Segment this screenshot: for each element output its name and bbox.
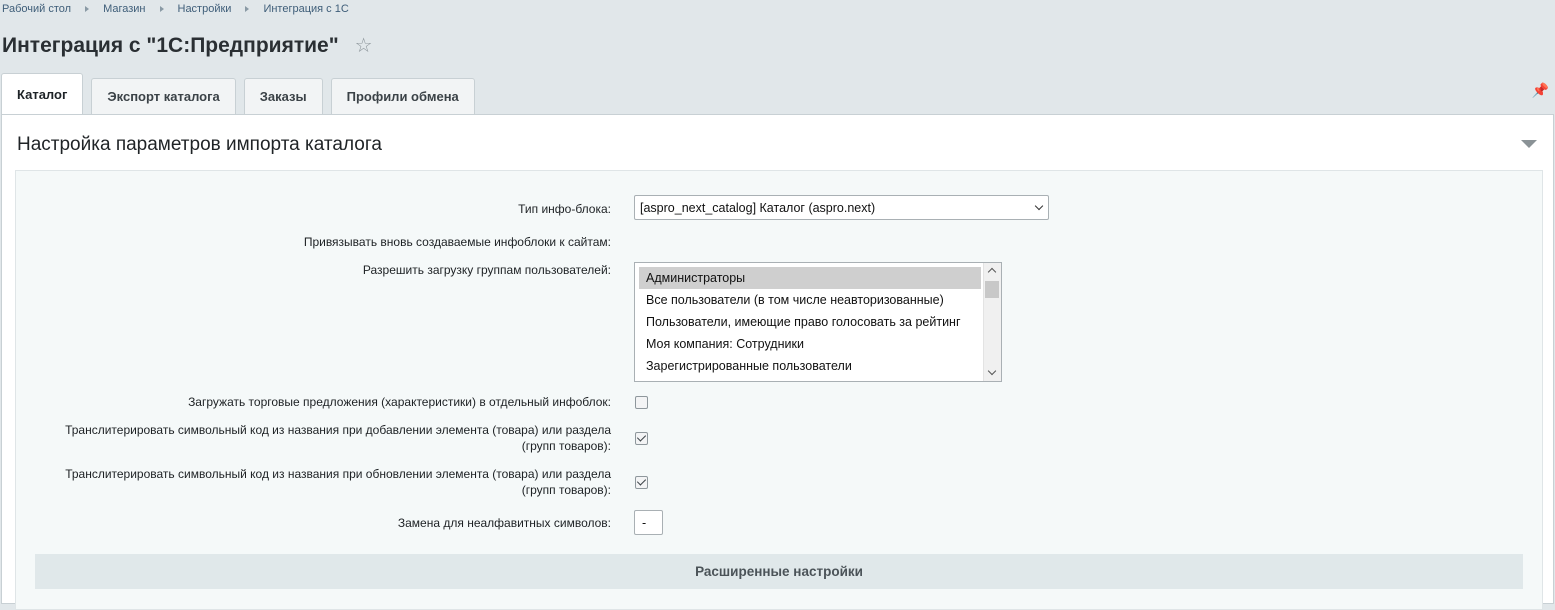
translit-add-label: Транслитерировать символьный код из назв…: [65, 422, 611, 454]
replace-chars-input[interactable]: [634, 510, 663, 535]
list-item[interactable]: Моя компания: Сотрудники: [639, 333, 981, 355]
import-settings-form: Тип инфо-блока: [aspro_next_catalog] Кат…: [15, 170, 1543, 610]
settings-panel: Настройка параметров импорта каталога Ти…: [1, 114, 1554, 610]
breadcrumb-arrow-icon: [245, 6, 250, 12]
list-item[interactable]: Администраторы: [639, 267, 981, 289]
translit-add-label-line1: Транслитерировать символьный код из назв…: [65, 423, 611, 437]
breadcrumb-item-desktop[interactable]: Рабочий стол: [2, 3, 71, 15]
listbox-scrollbar[interactable]: [983, 263, 1001, 381]
translit-update-label: Транслитерировать символьный код из назв…: [65, 466, 611, 498]
scroll-thumb[interactable]: [985, 281, 999, 298]
tab-exchange-profiles[interactable]: Профили обмена: [330, 78, 475, 114]
breadcrumb-item-integration[interactable]: Интеграция с 1С: [263, 3, 348, 15]
triangle-down-icon[interactable]: [1521, 140, 1537, 148]
translit-update-label-line2: (групп товаров):: [521, 483, 611, 497]
user-groups-label: Разрешить загрузку группам пользователей…: [362, 263, 611, 277]
offers-checkbox[interactable]: [635, 396, 648, 409]
breadcrumb-item-shop[interactable]: Магазин: [103, 3, 145, 15]
iblock-type-label: Тип инфо-блока:: [518, 202, 611, 216]
translit-update-label-line1: Транслитерировать символьный код из назв…: [65, 467, 611, 481]
replace-chars-label: Замена для неалфавитных символов:: [397, 516, 611, 530]
bind-sites-label: Привязывать вновь создаваемые инфоблоки …: [303, 235, 611, 249]
iblock-type-value: [aspro_next_catalog] Каталог (aspro.next…: [640, 200, 876, 215]
page-title-row: Интеграция с "1С:Предприятие" ☆: [2, 33, 373, 58]
advanced-settings-toggle[interactable]: Расширенные настройки: [35, 554, 1523, 589]
translit-update-checkbox[interactable]: [635, 476, 648, 489]
page-title: Интеграция с "1С:Предприятие": [2, 33, 339, 57]
tab-bar: Каталог Экспорт каталога Заказы Профили …: [1, 73, 483, 114]
list-item[interactable]: Пользователи, имеющие право голосовать з…: [639, 311, 981, 333]
user-groups-listbox[interactable]: Администраторы Все пользователи (в том ч…: [634, 262, 1002, 382]
translit-add-checkbox[interactable]: [635, 432, 648, 445]
tab-orders[interactable]: Заказы: [243, 78, 323, 114]
translit-add-label-line2: (групп товаров):: [521, 439, 611, 453]
breadcrumb-item-settings[interactable]: Настройки: [178, 3, 232, 15]
star-icon[interactable]: ☆: [355, 33, 373, 58]
breadcrumb-arrow-icon: [85, 6, 90, 12]
tab-catalog-export[interactable]: Экспорт каталога: [91, 78, 236, 114]
offers-label: Загружать торговые предложения (характер…: [188, 395, 611, 409]
list-item[interactable]: Зарегистрированные пользователи: [639, 355, 981, 377]
chevron-down-icon: [1034, 201, 1044, 211]
scroll-up-icon[interactable]: [987, 267, 997, 277]
breadcrumb-arrow-icon: [159, 6, 164, 12]
pin-icon[interactable]: 📌: [1532, 82, 1549, 99]
iblock-type-select[interactable]: [aspro_next_catalog] Каталог (aspro.next…: [634, 195, 1049, 220]
breadcrumb: Рабочий стол Магазин Настройки Интеграци…: [2, 3, 349, 15]
scroll-down-icon[interactable]: [987, 366, 997, 376]
section-title: Настройка параметров импорта каталога: [17, 134, 382, 155]
tab-catalog[interactable]: Каталог: [1, 73, 84, 114]
list-item[interactable]: Все пользователи (в том числе неавторизо…: [639, 289, 981, 311]
